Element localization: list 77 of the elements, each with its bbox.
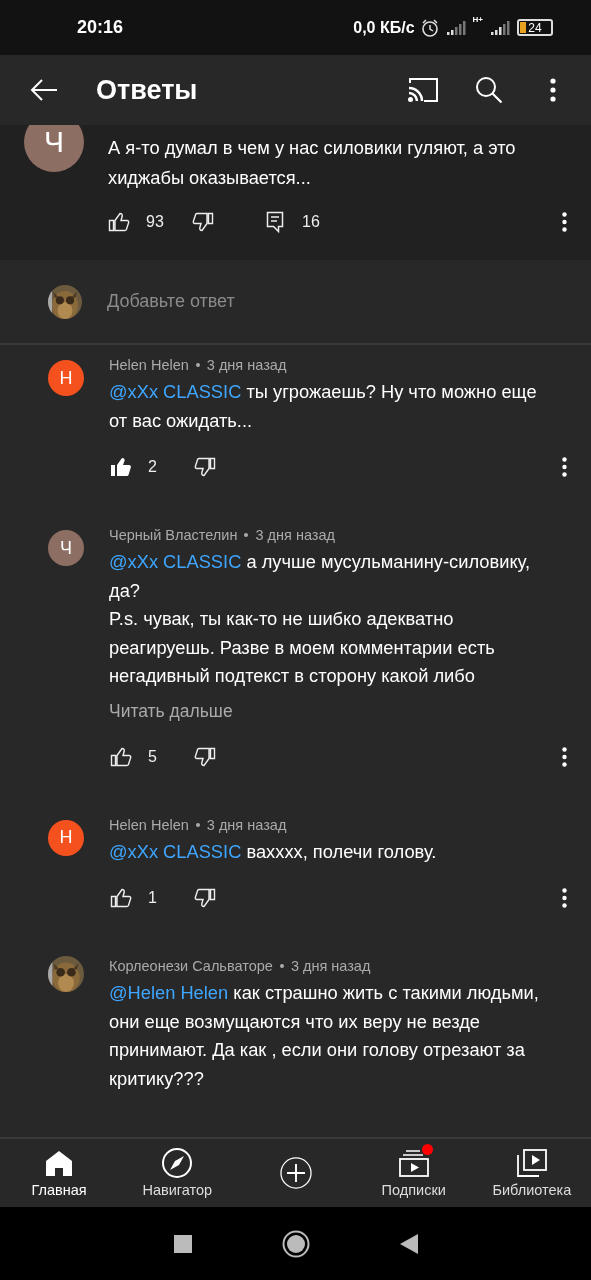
separator-dot [244,533,249,537]
home-icon [45,1150,74,1176]
more-icon [561,888,567,908]
library-icon [515,1148,548,1178]
alarm-icon [420,18,439,37]
like-button[interactable] [110,745,132,768]
thumbs-up-icon [110,746,132,767]
avatar: Ч [24,125,84,172]
more-icon [561,746,567,767]
nav-tab[interactable]: Подписки [354,1139,473,1207]
like-button[interactable] [108,211,130,233]
comment-time: 3 дня назад [290,957,371,976]
comment-text: А я-то думал в чем у нас силовики гуляют, а это хиджабы оказывается... [108,136,517,190]
thumbs-down-icon [194,746,216,767]
dislike-button[interactable] [194,456,216,478]
separator-dot [279,964,284,968]
nav-tab[interactable]: Навигатор [118,1139,237,1207]
author-name: Черный Властелин [109,526,238,545]
avatar: H [48,819,84,856]
thumbs-up-icon [110,457,132,477]
back-button-icon[interactable] [399,1233,418,1254]
comment-time: 3 дня назад [206,356,287,375]
separator-dot [195,822,200,827]
dislike-button[interactable] [194,887,216,909]
thumbs-up-icon [108,212,130,232]
reply-input-field[interactable]: Добавьте ответ [107,286,591,317]
comment-time: 3 дня назад [206,815,287,835]
signal-icon [489,19,511,36]
cast-icon [407,77,439,103]
clock-time: 20:16 [77,17,124,38]
more-icon [561,457,567,477]
author-name: Helen Helen [109,815,189,835]
dislike-button[interactable] [192,211,214,233]
mention-link[interactable]: @xXx CLASSIC [109,381,242,402]
reply-count: 16 [302,213,321,231]
thumbs-up-icon [110,888,132,908]
nav-tab[interactable]: Библиотека [472,1139,591,1207]
author-name: Helen Helen [109,356,189,375]
compass-icon [161,1147,194,1179]
read-more-link[interactable]: Читать дальше [109,696,233,725]
more-icon [561,212,567,232]
separator-dot [195,363,200,367]
thumbs-down-icon [194,457,216,477]
comment-time: 3 дня назад [255,526,335,545]
mention-link[interactable]: @xXx CLASSIC [109,840,242,862]
like-button[interactable] [110,456,132,478]
search-icon [475,76,503,104]
mention-link[interactable]: @xXx CLASSIC [109,551,242,572]
comment-text: @xXx CLASSIC ты угрожаешь? Ну что можно еще от вас ожидать... [109,380,538,433]
like-count: 1 [148,889,158,907]
avatar: H [48,360,84,396]
mention-link[interactable]: @Helen Helen [109,982,229,1003]
thumbs-down-icon [192,212,214,232]
back-arrow-icon [29,78,59,102]
signal-icon [444,19,467,36]
author-name: Корлеонези Сальваторе [109,957,273,976]
dislike-button[interactable] [194,745,216,768]
battery-level: 24 [517,19,553,36]
recents-button-icon[interactable] [173,1234,192,1253]
subscriptions-icon [397,1149,430,1177]
avatar: Ч [48,530,84,566]
comment-text: @Helen Helen как страшно жить с такими людьми, они еще возмущаются что их веру не везде принимают. Да как , если они голову отрезают за критику??? [109,981,540,1091]
network-speed: 0,0 КБ/с [353,18,415,37]
comment-text: @xXx CLASSIC а лучше мусульманину-силовику, да? P.s. чувак, ты как-то не шибко адекватно реагируешь. Разве в моем комментарии есть негадивный подтекст в сторону какой либо [109,550,531,688]
comment-text: @xXx CLASSIC вахxxx, полечи голову. [109,839,438,864]
comment-icon [266,211,284,233]
like-button[interactable] [110,887,132,909]
home-button-icon[interactable] [281,1229,310,1258]
network-type: H+ [472,14,483,24]
more-icon [550,78,556,102]
reply-button[interactable] [264,211,286,233]
nav-tab[interactable]: Главная [0,1139,119,1207]
like-count: 5 [148,747,158,766]
page-title: Ответы [96,74,199,106]
like-count: 93 [146,213,165,231]
like-count: 2 [148,458,158,476]
thumbs-down-icon [194,888,216,908]
